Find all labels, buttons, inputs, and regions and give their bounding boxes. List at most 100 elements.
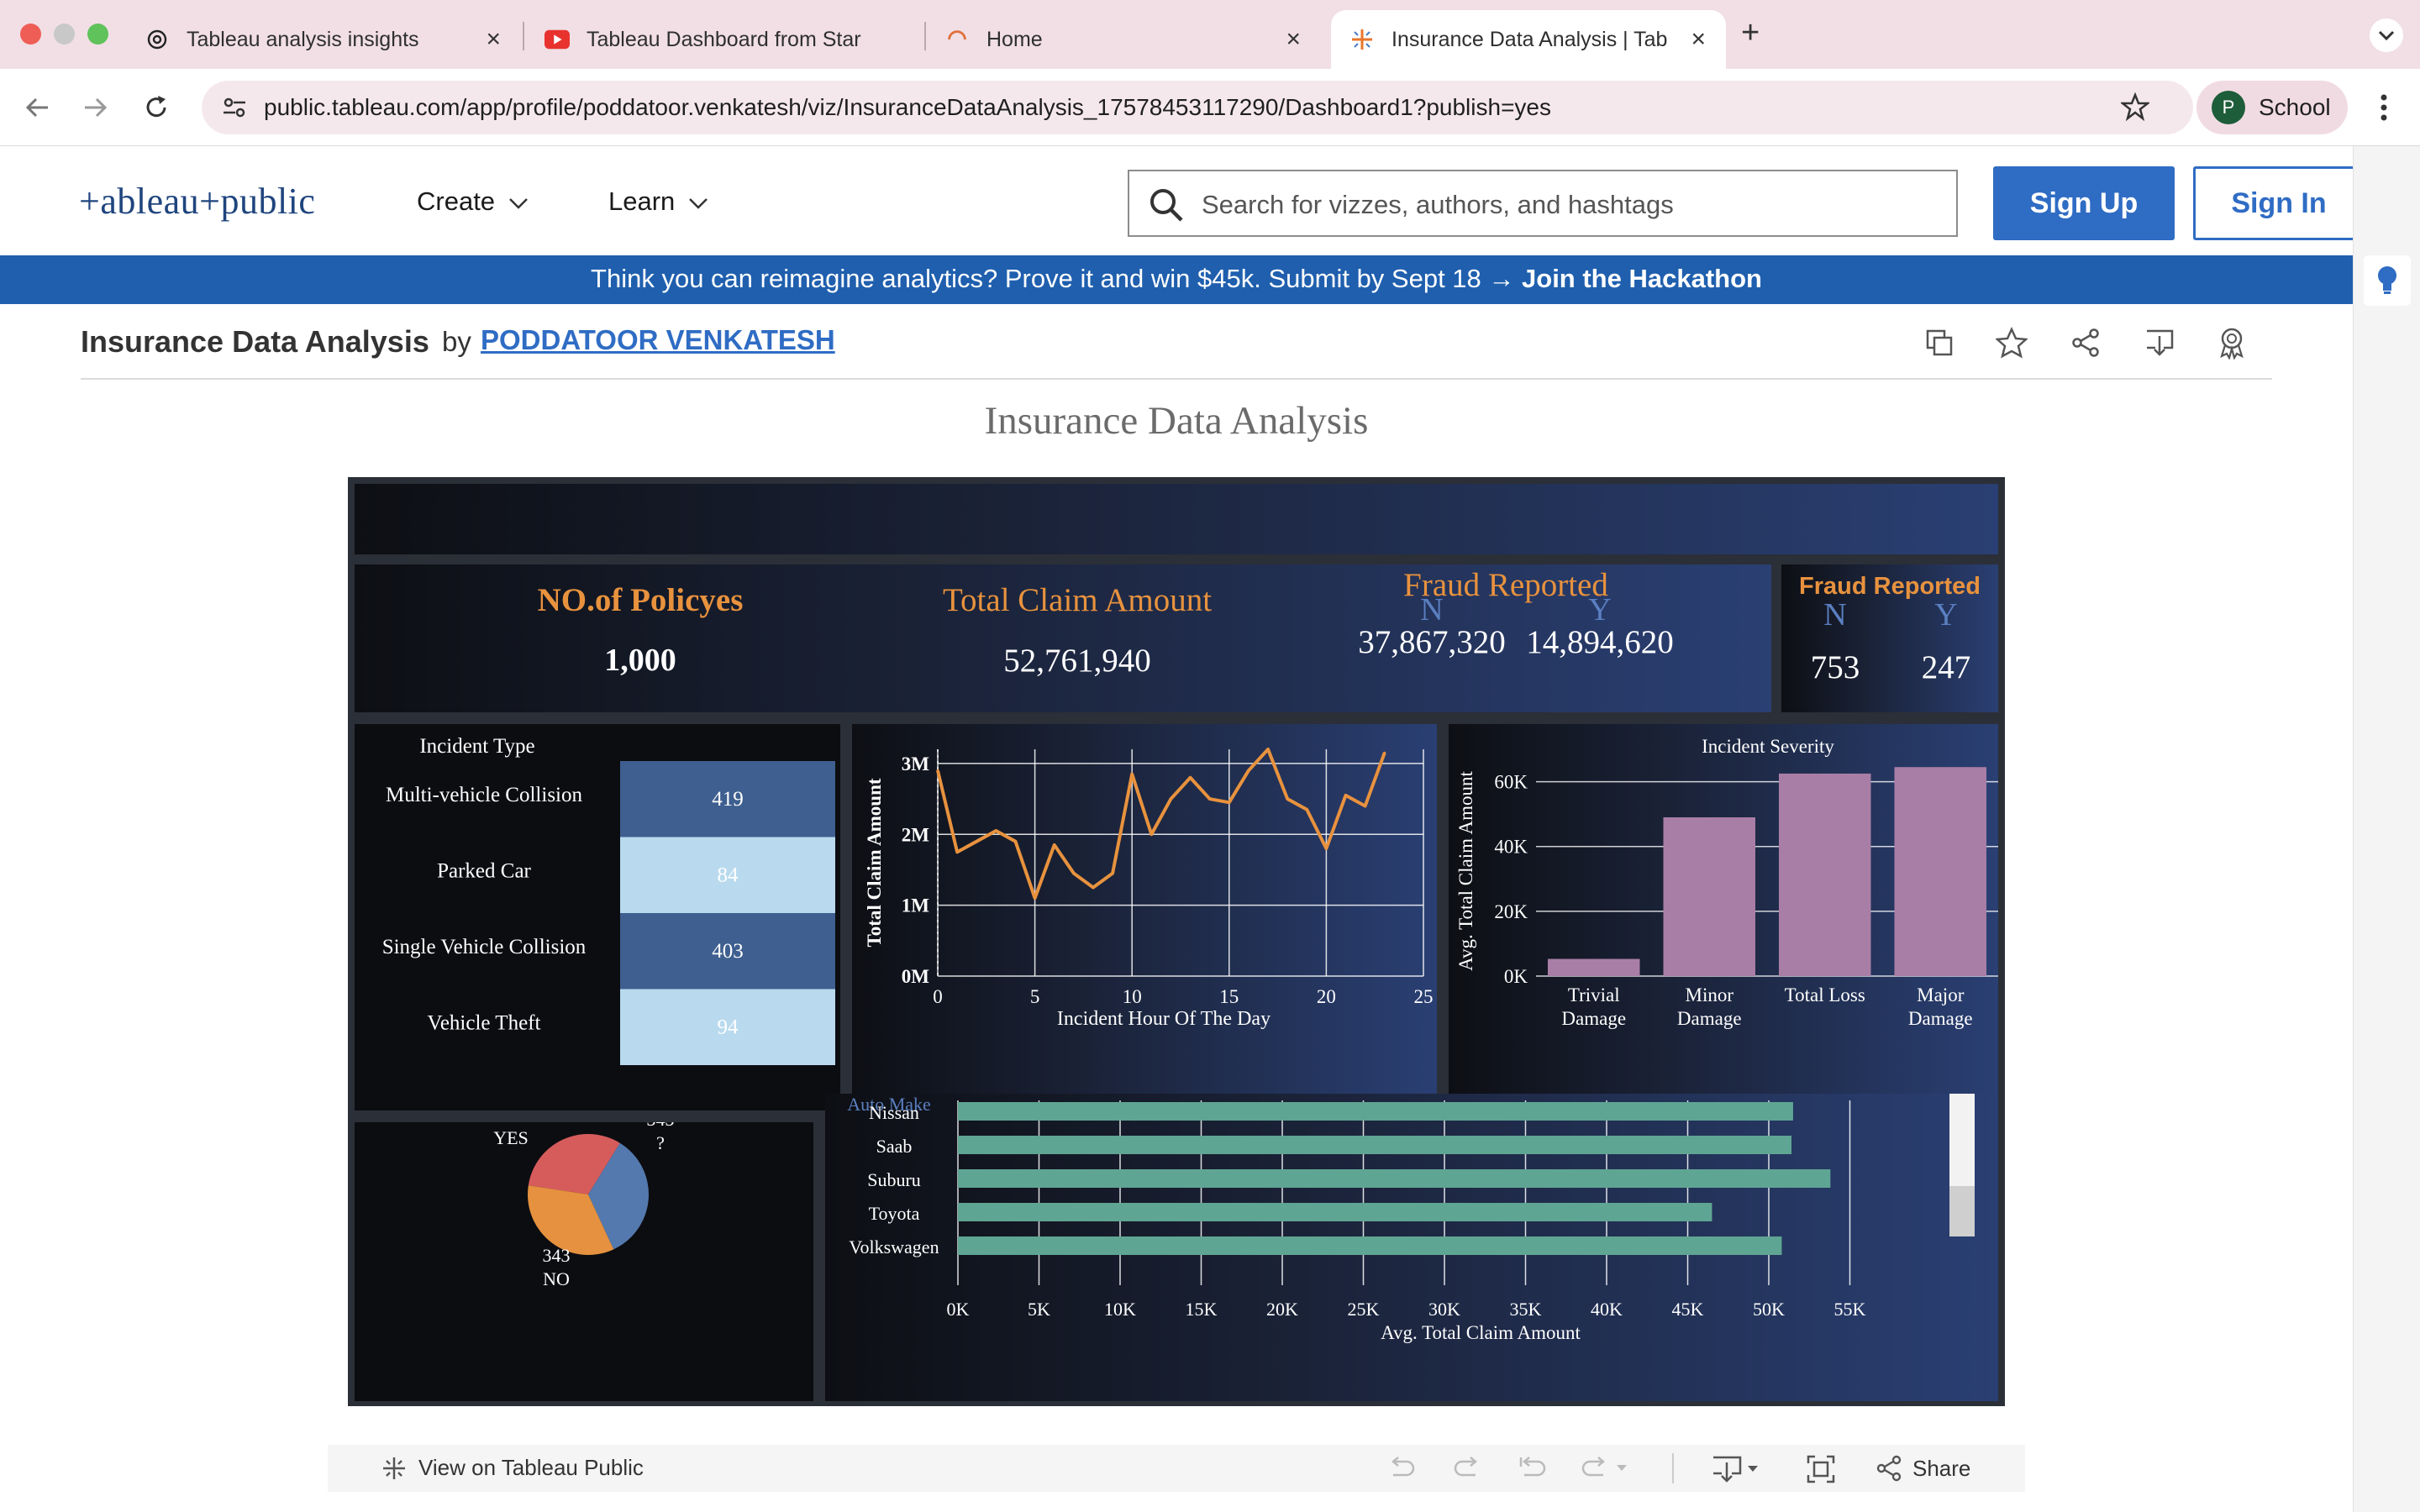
browser-tab-2[interactable]: Tableau Dashboard from Star	[534, 10, 921, 69]
download-icon[interactable]	[2139, 323, 2180, 363]
url-text[interactable]: public.tableau.com/app/profile/poddatoor…	[264, 94, 1551, 121]
x-tick-label: 5K	[1028, 1299, 1050, 1320]
minimize-window-button[interactable]	[54, 24, 75, 45]
x-tick-label: 5	[1030, 986, 1040, 1007]
line-point	[1208, 797, 1212, 801]
hackathon-banner[interactable]: Think you can reimagine analytics? Prove…	[0, 255, 2353, 304]
browser-tab-1[interactable]: Tableau analysis insights ×	[134, 10, 521, 69]
tableau-public-logo[interactable]: +ableau+public	[79, 176, 331, 236]
close-tab-icon[interactable]: ×	[1286, 25, 1301, 54]
nav-create-label: Create	[417, 186, 496, 216]
view-on-tableau-button[interactable]: View on Tableau Public	[381, 1455, 644, 1481]
search-input[interactable]: Search for vizzes, authors, and hashtags	[1128, 170, 1958, 237]
y-tick-label: Nissan	[869, 1102, 919, 1123]
y-tick-label: 3M	[902, 753, 930, 774]
tab-title: Insurance Data Analysis | Tab	[1392, 27, 1668, 51]
severity-bar	[1548, 958, 1640, 976]
new-tab-button[interactable]: +	[1741, 15, 1760, 51]
line-point	[1130, 773, 1134, 776]
badge-icon[interactable]	[2212, 323, 2252, 363]
copy-icon[interactable]	[1919, 323, 1960, 363]
nav-learn-label: Learn	[608, 186, 676, 216]
share-icon[interactable]	[2065, 323, 2106, 363]
line-point	[1266, 748, 1270, 751]
auto-make-bar	[958, 1236, 1782, 1255]
table-row-label: Vehicle Theft	[428, 1012, 541, 1035]
profile-name: School	[2259, 94, 2331, 120]
close-tab-icon[interactable]: ×	[486, 25, 501, 54]
line-point	[1228, 801, 1231, 804]
fraud-amount-label: Fraud Reported	[1403, 567, 1608, 603]
fraud-pie-chart: 314YES343?343NO	[493, 1104, 675, 1289]
y-tick-label: Volkswagen	[849, 1236, 939, 1257]
header-strip	[355, 484, 1998, 554]
banner-link[interactable]: Join the Hackathon	[1522, 264, 1762, 293]
browser-tab-3[interactable]: Home ×	[934, 10, 1321, 69]
line-series	[936, 748, 1386, 900]
x-tick-label: 10K	[1104, 1299, 1136, 1320]
fraud-count-panel: Fraud Reported N Y 753 247	[1781, 564, 1998, 712]
close-tab-icon[interactable]: ×	[1691, 25, 1706, 54]
logo-text: +ableau+public	[79, 181, 315, 222]
line-point	[1034, 896, 1037, 900]
nav-learn[interactable]: Learn	[608, 186, 709, 217]
youtube-icon	[544, 27, 570, 52]
undo-icon[interactable]	[1386, 1455, 1417, 1480]
chevron-down-icon	[2378, 30, 2395, 41]
browser-tab-bar: Tableau analysis insights × Tableau Dash…	[0, 0, 2420, 69]
x-tick-label: 25	[1414, 986, 1434, 1007]
y-tick-label: 60K	[1494, 772, 1528, 793]
sign-up-button[interactable]: Sign Up	[1993, 166, 2175, 240]
auto-make-bar	[958, 1136, 1792, 1154]
x-tick-label: 20	[1317, 986, 1336, 1007]
profile-button[interactable]: P School	[2196, 81, 2348, 134]
table-cell-value: 84	[718, 864, 739, 887]
sign-in-button[interactable]: Sign In	[2193, 166, 2365, 240]
share-button[interactable]: Share	[1876, 1455, 1970, 1482]
dashboard: NO.of Policyes 1,000 Total Claim Amount …	[348, 477, 2005, 1406]
refresh-icon[interactable]	[1580, 1455, 1630, 1480]
tab-search-button[interactable]	[2370, 18, 2403, 52]
share-icon	[1876, 1455, 1902, 1482]
more-menu-icon[interactable]	[2371, 87, 2396, 128]
download-menu-icon[interactable]	[1711, 1455, 1761, 1483]
table-cell-value: 403	[712, 940, 744, 963]
browser-tab-4-active[interactable]: Insurance Data Analysis | Tab ×	[1331, 10, 1726, 69]
zoom-window-button[interactable]	[87, 24, 108, 45]
address-bar[interactable]: public.tableau.com/app/profile/poddatoor…	[202, 81, 2193, 134]
claim-value: 52,761,940	[1003, 643, 1151, 679]
close-window-button[interactable]	[20, 24, 41, 45]
x-axis-label: Avg. Total Claim Amount	[1381, 1322, 1581, 1343]
author-link[interactable]: PODDATOOR VENKATESH	[481, 324, 835, 356]
x-tick-label: 0	[933, 986, 943, 1007]
line-point	[1344, 794, 1348, 797]
bookmark-star-icon[interactable]	[2119, 92, 2151, 125]
y-axis-label: Total Claim Amount	[864, 778, 885, 947]
claim-by-hour-panel: 0M 1M 2M 3M 0 5 10 15 20 25 Incident Hour Of The D…	[852, 724, 1437, 1094]
pie-panel: 314YES343?343NO	[355, 1104, 813, 1401]
auto-make-panel: Auto Make 0K 5K 10K 15K 20K 25K 30K 35K 40K 45K 50K…	[825, 1084, 1998, 1401]
site-settings-icon[interactable]	[222, 96, 247, 123]
pie-value-label: 343	[647, 1122, 675, 1130]
redo-icon[interactable]	[1452, 1455, 1482, 1480]
policies-value: 1,000	[604, 643, 676, 678]
fraud-count-n-label: N	[1823, 597, 1847, 633]
favorite-star-icon[interactable]	[1991, 323, 2032, 363]
back-arrow-icon[interactable]	[18, 89, 55, 126]
pie-value-label: 314	[497, 1122, 525, 1125]
viz-by: by	[442, 326, 471, 357]
fullscreen-icon[interactable]	[1807, 1455, 1835, 1483]
x-tick-label: 10	[1123, 986, 1142, 1007]
dashboard-title: Insurance Data Analysis	[984, 399, 1369, 443]
lightbulb-icon[interactable]	[2364, 255, 2411, 306]
line-point	[1305, 808, 1308, 811]
revert-icon[interactable]	[1518, 1455, 1548, 1480]
y-tick-label: Toyota	[869, 1203, 920, 1224]
tab-separator	[924, 22, 926, 50]
x-tick-label: 40K	[1591, 1299, 1623, 1320]
reload-icon[interactable]	[138, 89, 175, 126]
forward-arrow-icon[interactable]	[77, 89, 114, 126]
x-tick-label: 20K	[1266, 1299, 1298, 1320]
y-tick-label: 0M	[902, 966, 930, 987]
nav-create[interactable]: Create	[417, 186, 529, 217]
